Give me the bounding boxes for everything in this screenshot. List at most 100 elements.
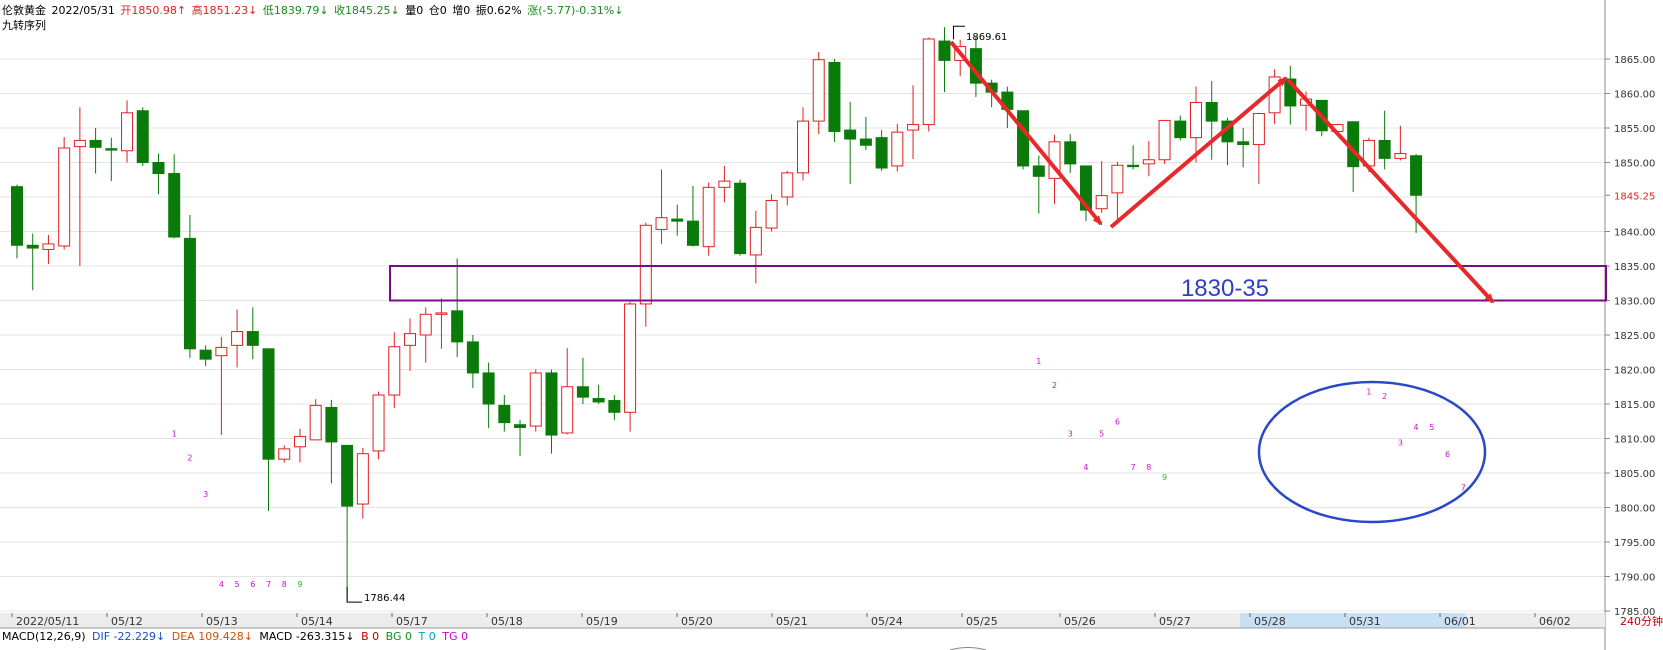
candle-body: [105, 148, 118, 151]
candle-body: [576, 386, 589, 398]
td-sequential-number: 3: [1398, 438, 1403, 447]
date-tick-label: 2022/05/11: [16, 615, 79, 628]
td-sequential-number: 6: [1445, 450, 1450, 459]
td-sequential-number: 8: [282, 580, 287, 589]
td-sequential-number: 7: [266, 580, 271, 589]
price-change: 涨(-5.77)-0.31%↓: [527, 4, 624, 17]
candle-body: [356, 453, 369, 505]
candle-body: [1174, 120, 1187, 139]
price-tick-label: 1805.00: [1614, 469, 1655, 480]
candle-body: [482, 372, 495, 405]
candle-body: [11, 186, 23, 246]
candle-body: [749, 226, 762, 256]
candle: [1158, 119, 1171, 164]
candle-body: [58, 147, 71, 247]
td-sequential-number: 4: [219, 580, 224, 589]
candle-body: [1410, 155, 1423, 196]
price-tick-label: 1795.00: [1614, 538, 1655, 549]
date-tick-label: 05/14: [301, 615, 333, 628]
price-tick-label: 1855.00: [1614, 124, 1655, 135]
candle-body: [624, 303, 637, 413]
candle-body: [152, 162, 165, 175]
td-sequential-number: 1: [172, 429, 177, 438]
macd-t: T 0: [418, 630, 436, 643]
high-price: 高1851.23↓: [191, 4, 258, 17]
candle-body: [466, 341, 479, 374]
candle-body: [529, 372, 542, 427]
td-sequential-number: 5: [1429, 423, 1434, 432]
date-tick-label: 05/21: [776, 615, 808, 628]
candle: [58, 136, 71, 250]
candle-body: [121, 112, 134, 152]
date-tick-label: 05/20: [681, 615, 713, 628]
td-sequential-number: 5: [235, 580, 240, 589]
candle-body: [844, 129, 857, 140]
candle-body: [702, 186, 715, 248]
candle-body: [199, 349, 212, 360]
candle-body: [765, 199, 778, 229]
price-tick-label: 1865.00: [1614, 55, 1655, 66]
candle-body: [73, 139, 86, 148]
indicator-name[interactable]: 九转序列: [2, 17, 46, 33]
candle-body: [514, 424, 527, 428]
date-tick-label: 06/01: [1444, 615, 1476, 628]
candle-body: [671, 218, 684, 222]
price-tick-label: 1800.00: [1614, 504, 1655, 515]
period-label[interactable]: 240分钟: [1620, 614, 1663, 628]
candle-body: [1127, 164, 1140, 168]
candle-body: [1064, 141, 1077, 165]
candle-body: [891, 131, 904, 167]
candle-body: [498, 404, 511, 424]
price-tick-label: 1845.25: [1614, 191, 1655, 202]
candle-body: [828, 61, 841, 132]
candle: [734, 179, 747, 256]
td-sequential-number: 3: [1068, 429, 1073, 438]
td-sequential-number: 9: [1162, 473, 1167, 482]
candle-body: [341, 444, 354, 507]
candlestick-chart[interactable]: 1865.00 1860.00 1855.00 1850.00 1845.25 1840.…: [0, 0, 1663, 650]
open-price: 开1850.98↑: [120, 4, 187, 17]
macd-value: MACD -263.315↓: [259, 630, 355, 643]
price-tick-label: 1830.00: [1614, 297, 1655, 308]
low-price-label: 1786.44: [364, 593, 405, 604]
candle-body: [1190, 101, 1202, 139]
price-tick-label: 1810.00: [1614, 435, 1655, 446]
macd-name[interactable]: MACD(12,26,9): [2, 630, 86, 643]
price-tick-label: 1840.00: [1614, 228, 1655, 239]
date-tick-label: 05/24: [871, 615, 903, 628]
price-tick-label: 1860.00: [1614, 90, 1655, 101]
td-sequential-number: 8: [1146, 463, 1151, 472]
candle-body: [639, 224, 652, 305]
candle-body: [168, 173, 181, 238]
candle-body: [1378, 139, 1391, 159]
date-tick-label: 06/02: [1539, 615, 1571, 628]
volume: 量0: [405, 4, 424, 17]
candle-body: [262, 348, 275, 460]
candle: [828, 59, 841, 142]
candle: [529, 369, 542, 432]
candle-body: [42, 243, 55, 250]
quote-header: 伦敦黄金 2022/05/31 开1850.98↑ 高1851.23↓ 低183…: [2, 2, 625, 17]
candle-body: [231, 331, 244, 346]
price-tick-label: 1815.00: [1614, 400, 1655, 411]
candle: [309, 399, 322, 441]
candle-body: [686, 220, 699, 246]
td-sequential-number: 4: [1083, 463, 1088, 472]
candle-body: [1205, 101, 1218, 122]
candle-body: [608, 400, 621, 413]
candle-body: [372, 394, 385, 452]
td-sequential-number: 1: [1036, 357, 1041, 366]
date-tick-label: 05/19: [586, 615, 618, 628]
td-sequential-number: 6: [250, 580, 255, 589]
td-sequential-number: 9: [297, 580, 302, 589]
candle-body: [293, 435, 306, 448]
candle-body: [309, 404, 322, 441]
candle-body: [278, 448, 291, 460]
candle-body: [325, 406, 338, 443]
candle: [702, 182, 715, 256]
high-price-label: 1869.61: [966, 32, 1007, 43]
date-tick-label: 05/31: [1349, 615, 1381, 628]
date-tick-label: 05/27: [1159, 615, 1191, 628]
candle-body: [1158, 119, 1171, 161]
date-tick-label: 05/26: [1064, 615, 1096, 628]
